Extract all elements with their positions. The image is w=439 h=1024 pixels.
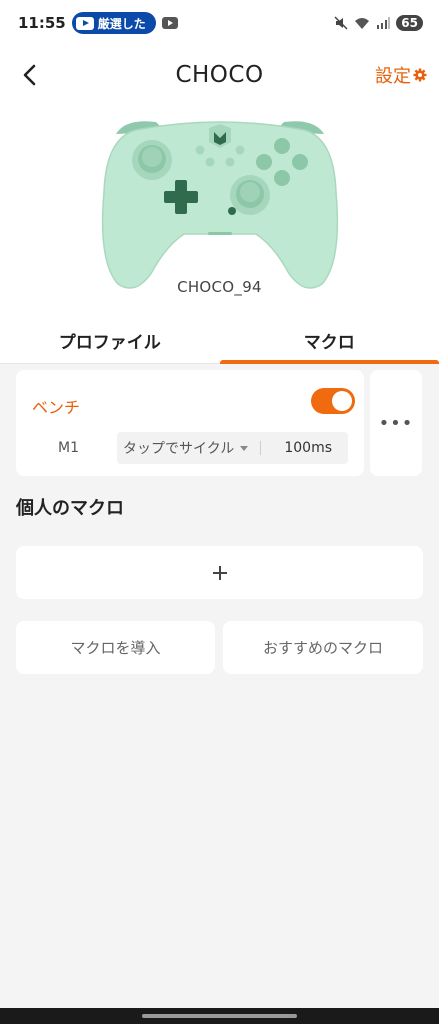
- toggle-knob: [332, 391, 352, 411]
- back-button[interactable]: [12, 58, 46, 92]
- signal-icon: [377, 17, 391, 29]
- import-macro-button[interactable]: マクロを導入: [16, 621, 215, 674]
- battery-indicator: 65: [396, 15, 423, 31]
- gear-icon: [413, 68, 427, 82]
- plus-icon: [212, 565, 227, 580]
- import-macro-label: マクロを導入: [70, 639, 161, 657]
- gamepad-icon: [101, 121, 339, 289]
- macro-mode-select[interactable]: タップでサイクル 100ms: [117, 432, 348, 464]
- macro-name: ベンチ: [32, 398, 81, 417]
- status-bar: 11:55 厳選した 65: [0, 0, 439, 46]
- controller-image: [96, 112, 344, 292]
- more-button[interactable]: •••: [370, 370, 422, 476]
- caret-down-icon: [240, 445, 249, 451]
- divider: [260, 441, 262, 455]
- macro-mode-label: タップでサイクル: [123, 441, 235, 457]
- chevron-left-icon: [23, 64, 36, 86]
- settings-button[interactable]: 設定: [375, 62, 427, 88]
- page-title: CHOCO: [175, 62, 264, 88]
- add-macro-button[interactable]: [16, 546, 423, 599]
- tab-profile[interactable]: プロファイル: [0, 318, 220, 363]
- notification-label: 厳選した: [97, 16, 146, 31]
- recommended-macro-button[interactable]: おすすめのマクロ: [223, 621, 423, 674]
- wifi-icon: [355, 17, 370, 29]
- section-title: 個人のマクロ: [16, 498, 124, 519]
- status-icons: 65: [334, 15, 423, 31]
- tab-profile-label: プロファイル: [58, 333, 161, 353]
- recommended-macro-label: おすすめのマクロ: [262, 639, 383, 657]
- header: CHOCO 設定: [0, 52, 439, 98]
- youtube-small-icon: [161, 17, 178, 29]
- notification-pill: 厳選した: [71, 12, 156, 34]
- settings-label: 設定: [375, 66, 411, 87]
- macro-interval: 100ms: [284, 440, 332, 456]
- status-time: 11:55: [18, 14, 66, 32]
- home-indicator[interactable]: [142, 1014, 297, 1018]
- more-icon: •••: [378, 412, 414, 434]
- tab-macro-label: マクロ: [303, 333, 355, 353]
- tab-macro[interactable]: マクロ: [219, 318, 439, 364]
- macro-key: M1: [58, 440, 79, 456]
- youtube-icon: [75, 16, 94, 30]
- mute-icon: [334, 16, 348, 30]
- device-name: CHOCO_94: [177, 278, 262, 296]
- tab-bar: プロファイル マクロ: [0, 318, 439, 364]
- macro-card[interactable]: ベンチ M1 タップでサイクル 100ms: [16, 370, 364, 476]
- navigation-bar: [0, 1008, 439, 1024]
- macro-toggle[interactable]: [311, 388, 355, 414]
